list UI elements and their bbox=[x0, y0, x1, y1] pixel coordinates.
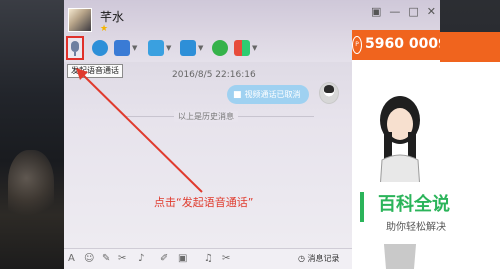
edit-icon[interactable]: ✐ bbox=[160, 253, 168, 265]
screen-share-button[interactable]: ▼ bbox=[180, 38, 203, 58]
create-group-icon bbox=[212, 40, 228, 56]
minimize-icon[interactable]: — bbox=[389, 6, 400, 18]
video-call-icon bbox=[92, 40, 108, 56]
clock-icon: ◷ bbox=[298, 254, 308, 263]
music-icon[interactable]: ♫ bbox=[204, 253, 213, 265]
image-icon[interactable]: ▣ bbox=[178, 253, 187, 265]
emoji-icon[interactable]: ☺ bbox=[84, 253, 94, 265]
file-transfer-button[interactable]: ▼ bbox=[148, 38, 171, 58]
message-timestamp: 2016/8/5 22:16:16 bbox=[172, 70, 256, 80]
my-avatar[interactable] bbox=[319, 82, 339, 104]
create-group-button[interactable] bbox=[212, 38, 228, 58]
mic-stand bbox=[74, 52, 76, 56]
promo-number: 5960 0009 bbox=[365, 36, 448, 52]
screen-share-icon bbox=[180, 40, 196, 56]
contact-avatar[interactable] bbox=[68, 8, 92, 32]
screenshot-icon[interactable]: ✂ bbox=[118, 253, 126, 265]
side-area bbox=[440, 62, 500, 269]
voice-message-icon[interactable]: ♪ bbox=[138, 253, 144, 265]
remote-desktop-icon bbox=[114, 40, 130, 56]
apps-icon bbox=[234, 40, 250, 56]
apps-button[interactable]: ▼ bbox=[234, 38, 257, 58]
close-icon[interactable]: ✕ bbox=[427, 6, 436, 18]
chevron-down-icon: ▼ bbox=[132, 44, 138, 52]
video-icon: ■ bbox=[233, 89, 242, 100]
contact-name[interactable]: 芊水 bbox=[100, 8, 124, 25]
scissors-icon[interactable]: ✂ bbox=[222, 253, 230, 265]
maximize-icon[interactable]: □ bbox=[408, 6, 418, 18]
voice-call-icon bbox=[71, 41, 79, 52]
history-divider-text: 以上是历史消息 bbox=[174, 111, 238, 122]
star-icon: ★ bbox=[100, 24, 109, 34]
promo-banner-extension bbox=[440, 32, 500, 62]
file-transfer-icon bbox=[148, 40, 164, 56]
promo-banner[interactable]: P 5960 0009 bbox=[352, 30, 448, 60]
history-button[interactable]: ◷ 消息记录 bbox=[298, 253, 340, 264]
skin-icon[interactable]: ▣ bbox=[371, 6, 381, 18]
remote-desktop-button[interactable]: ▼ bbox=[114, 38, 137, 58]
history-label: 消息记录 bbox=[307, 254, 340, 263]
chevron-down-icon: ▼ bbox=[252, 44, 258, 52]
promo-badge: P bbox=[352, 36, 362, 54]
right-panel: P 5960 0009 bbox=[352, 30, 448, 269]
video-call-button[interactable] bbox=[92, 38, 108, 58]
chevron-down-icon: ▼ bbox=[198, 44, 204, 52]
font-icon[interactable]: A bbox=[68, 253, 75, 265]
chevron-down-icon: ▼ bbox=[166, 44, 172, 52]
background-left bbox=[0, 0, 64, 269]
voice-call-tooltip: 发起语音通话 bbox=[67, 64, 123, 78]
window-controls: ▣ — □ ✕ bbox=[371, 6, 436, 18]
character-illustration bbox=[377, 96, 423, 269]
magic-icon[interactable]: ✎ bbox=[102, 253, 110, 265]
voice-call-button[interactable] bbox=[66, 36, 84, 60]
message-text: 视频通话已取消 bbox=[244, 90, 301, 99]
message-bubble[interactable]: ■ 视频通话已取消 bbox=[227, 85, 309, 104]
annotation-text: 点击“发起语音通话” bbox=[154, 196, 254, 209]
